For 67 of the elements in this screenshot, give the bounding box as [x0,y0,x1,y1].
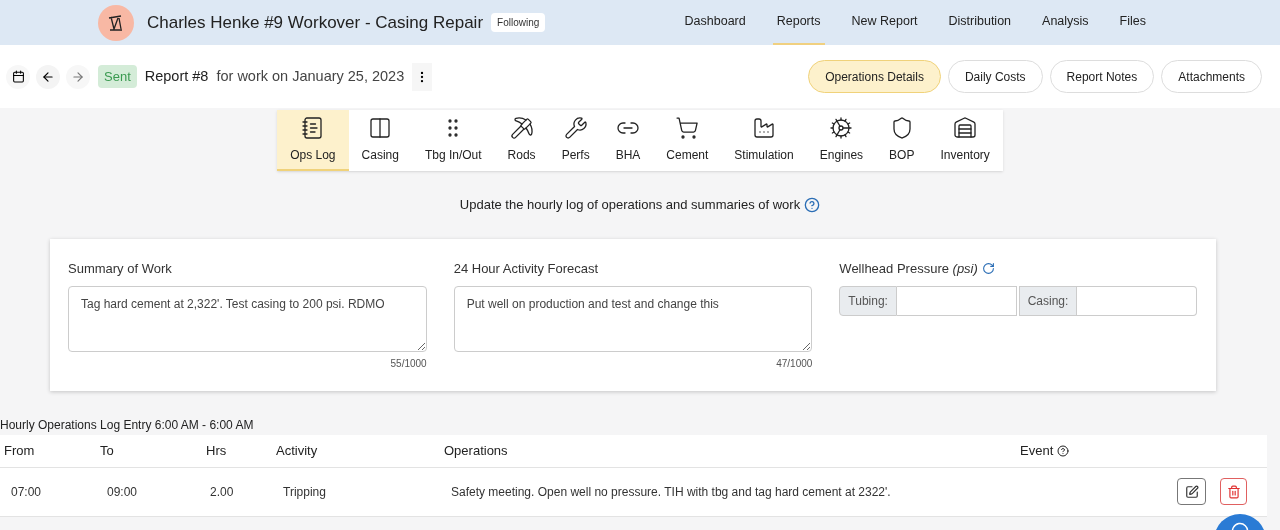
character-count: 55/1000 [390,357,427,371]
help-icon [1057,444,1070,457]
warehouse-icon [953,115,978,140]
tool-tab[interactable]: Casing [348,110,412,171]
column-header: Operations [444,442,508,458]
tool-tab[interactable]: Perfs [548,110,603,171]
back-button[interactable] [36,64,60,89]
notebook-icon [300,115,325,140]
log-title: Hourly Operations Log Entry 6:00 AM - 6:00 AM [0,416,255,434]
tool-tab[interactable]: Stimulation [721,110,807,171]
table-cell-text: 09:00 [106,483,139,501]
field-label: Wellhead Pressure (psi) [839,259,978,278]
factory-icon [752,115,777,140]
following-badge: Following [491,13,546,32]
refresh-icon [981,261,995,275]
table-cell-text: Safety meeting. Open well no pressure. TIH with tbg and tag hard cement at 2322'. [450,483,892,501]
columns-icon [368,115,393,140]
pickaxe-icon [509,115,534,140]
input-field[interactable] [896,286,1017,316]
tool-tab[interactable]: BOP [876,110,928,171]
calendar-button[interactable] [6,64,30,89]
section-tab[interactable]: Operations Details [808,60,941,93]
table-cell-text: Tripping [282,483,327,501]
field-label: Summary of Work [68,259,173,278]
field-label: 24 Hour Activity Forecast [453,259,600,278]
character-count: 47/1000 [776,357,813,371]
text-area[interactable]: Tag hard cement at 2,322'. Test casing to 200 psi. RDMO [68,286,427,352]
table-cell-text: 2.00 [209,483,235,501]
text-area[interactable]: Put well on production and test and change this [453,286,813,352]
column-header: From [4,442,35,458]
input-prefix: Tubing: [839,286,897,316]
column-header: Activity [276,442,318,458]
wrench-icon [563,115,588,140]
report-date: for work on January 25, 2023 [216,66,405,86]
trash-icon [1226,484,1241,499]
edit-button[interactable] [1177,478,1206,505]
section-tab[interactable]: Daily Costs [947,60,1043,93]
edit-icon [1184,484,1199,499]
tool-tab[interactable]: Tbg In/Out [411,110,495,171]
instruction-text: Update the hourly log of operations and summaries of work [459,196,801,214]
input-prefix: Casing: [1018,286,1078,316]
nav-link[interactable]: Analysis [1038,0,1093,45]
arrow-right-icon [71,69,85,84]
help-icon [804,196,821,213]
nav-link[interactable]: Dashboard [680,0,750,45]
tool-tab[interactable]: Inventory [927,110,1003,171]
nav-link[interactable]: New Report [847,0,922,45]
calendar-icon [11,70,25,83]
column-header: To [100,442,114,458]
tool-tab[interactable]: BHA [602,110,654,171]
delete-button[interactable] [1220,478,1247,505]
report-title: Report #8 [144,66,209,86]
project-title: Charles Henke #9 Workover - Casing Repair [147,11,484,34]
section-tab[interactable]: Report Notes [1049,60,1155,93]
tool-tab[interactable]: Cement [653,110,722,171]
column-header: Event [1020,441,1054,460]
status-badge: Sent [98,64,137,89]
nav-link[interactable]: Files [1115,0,1150,45]
tool-tab[interactable]: Rods [494,110,549,171]
tool-tab[interactable]: Ops Log [277,110,349,171]
nav-link[interactable]: Distribution [944,0,1016,45]
cart-icon [675,115,700,140]
column-header: Hrs [206,442,227,458]
input-field[interactable] [1077,286,1198,316]
table-cell-text: 07:00 [10,483,43,501]
section-tab[interactable]: Attachments [1161,60,1262,93]
tool-tab[interactable]: Engines [806,110,877,171]
